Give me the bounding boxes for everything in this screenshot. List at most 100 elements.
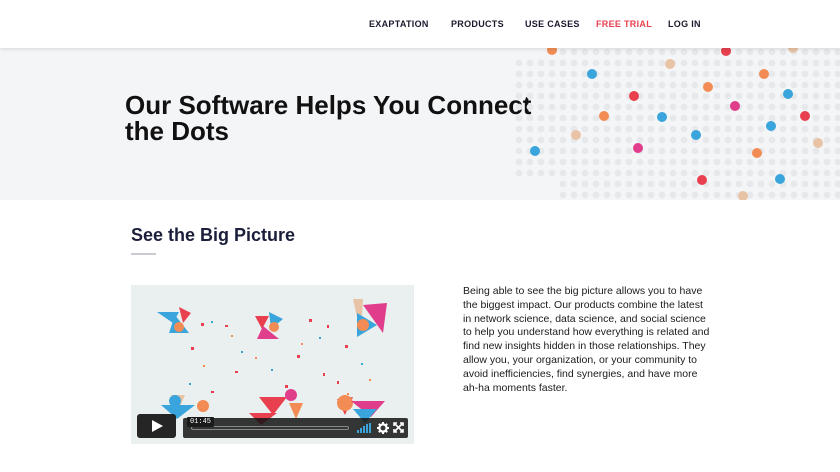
background-dot (548, 114, 556, 122)
background-dot (790, 70, 798, 78)
color-dot (703, 82, 713, 92)
background-dot (526, 114, 534, 122)
background-dot (636, 158, 644, 166)
background-dot (801, 158, 809, 166)
background-dot (746, 59, 754, 67)
background-dot (691, 48, 699, 56)
background-dot (592, 125, 600, 133)
background-dot (757, 125, 765, 133)
background-dot (636, 136, 644, 144)
play-button[interactable] (137, 414, 176, 438)
background-dot (526, 103, 534, 111)
background-dot (570, 81, 578, 89)
background-dot (581, 59, 589, 67)
background-dot (823, 114, 831, 122)
background-dot (691, 169, 699, 177)
background-dot (592, 114, 600, 122)
background-dot (680, 114, 688, 122)
background-dot (757, 81, 765, 89)
color-dot (571, 130, 581, 140)
background-dot (570, 70, 578, 78)
background-dot (713, 81, 721, 89)
background-dot (790, 169, 798, 177)
nav-item-log-in[interactable]: LOG IN (668, 19, 701, 29)
background-dot (515, 103, 523, 111)
background-dot (713, 158, 721, 166)
background-dot (779, 125, 787, 133)
background-dot (559, 136, 567, 144)
background-dot (614, 136, 622, 144)
nav-item-use-cases[interactable]: USE CASES (525, 19, 580, 29)
background-dot (713, 103, 721, 111)
background-dot (834, 92, 840, 100)
volume-icon[interactable] (357, 423, 371, 433)
background-dot (735, 48, 743, 56)
background-dot (779, 191, 787, 199)
video-timeline[interactable]: 01:45 (187, 417, 349, 430)
background-dot (515, 59, 523, 67)
background-dot (823, 136, 831, 144)
background-dot (537, 158, 545, 166)
color-dot (599, 111, 609, 121)
background-dot (691, 81, 699, 89)
background-dot (702, 92, 710, 100)
background-dot (768, 158, 776, 166)
background-dot (823, 81, 831, 89)
background-dot (790, 158, 798, 166)
color-dot (691, 130, 701, 140)
background-dot (559, 103, 567, 111)
background-dot (702, 158, 710, 166)
background-dot (768, 59, 776, 67)
background-dot (702, 59, 710, 67)
background-dot (834, 114, 840, 122)
background-dot (614, 59, 622, 67)
background-dot (768, 70, 776, 78)
video-player[interactable]: 01:45 (131, 285, 414, 444)
background-dot (724, 180, 732, 188)
background-dot (823, 48, 831, 56)
background-dot (559, 70, 567, 78)
background-dot (636, 114, 644, 122)
background-dot (735, 59, 743, 67)
background-dot (680, 103, 688, 111)
background-dot (724, 136, 732, 144)
background-dot (592, 103, 600, 111)
background-dot (724, 70, 732, 78)
background-dot (768, 48, 776, 56)
background-dot (625, 81, 633, 89)
nav-item-products[interactable]: PRODUCTS (451, 19, 504, 29)
background-dot (801, 147, 809, 155)
top-navigation: EXAPTATION PRODUCTS USE CASES FREE TRIAL… (0, 0, 840, 48)
background-dot (603, 147, 611, 155)
background-dot (812, 169, 820, 177)
gear-icon[interactable] (377, 422, 389, 434)
background-dot (647, 48, 655, 56)
background-dot (757, 158, 765, 166)
background-dot (702, 114, 710, 122)
background-dot (614, 92, 622, 100)
background-dot (526, 169, 534, 177)
background-dot (614, 103, 622, 111)
background-dot (801, 180, 809, 188)
background-dot (647, 147, 655, 155)
background-dot (768, 136, 776, 144)
video-control-bar: 01:45 (183, 417, 408, 438)
background-dot (669, 191, 677, 199)
nav-item-exaptation[interactable]: EXAPTATION (369, 19, 429, 29)
section-title: See the Big Picture (131, 225, 296, 245)
background-dot (680, 169, 688, 177)
background-dot (779, 48, 787, 56)
time-tooltip: 01:45 (187, 417, 215, 427)
background-dot (581, 180, 589, 188)
fullscreen-icon[interactable] (393, 422, 404, 433)
background-dot (603, 169, 611, 177)
background-dot (515, 125, 523, 133)
background-dot (559, 81, 567, 89)
nav-item-free-trial[interactable]: FREE TRIAL (596, 19, 652, 29)
color-dot (697, 175, 707, 185)
background-dot (658, 70, 666, 78)
background-dot (702, 70, 710, 78)
background-dot (614, 70, 622, 78)
background-dot (647, 70, 655, 78)
background-dot (812, 147, 820, 155)
